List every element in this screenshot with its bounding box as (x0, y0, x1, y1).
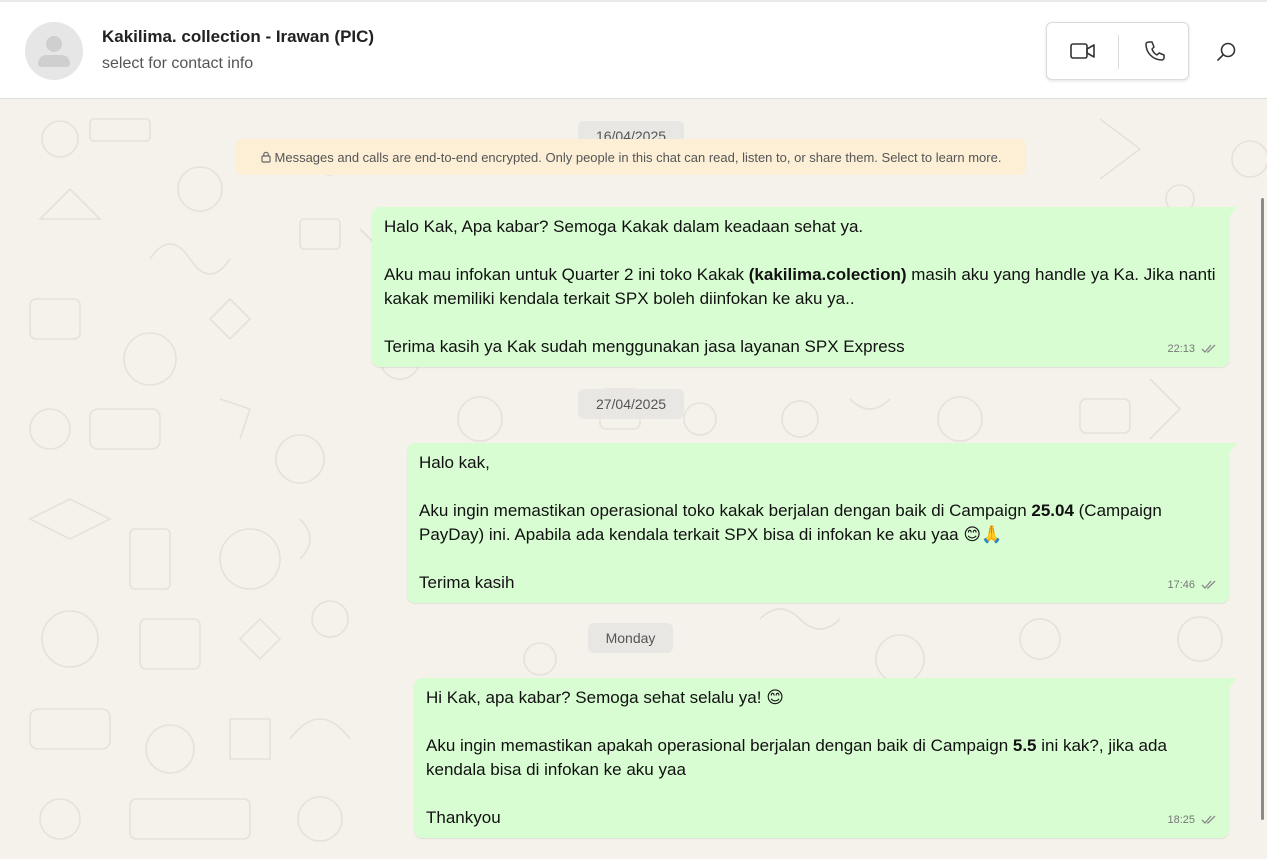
bubble-tail (1229, 207, 1237, 217)
message-text: Aku ingin memastikan apakah operasional … (426, 736, 1167, 779)
search-button[interactable] (1208, 34, 1244, 70)
video-call-button[interactable] (1047, 23, 1118, 79)
message-bubble[interactable]: Halo Kak, Apa kabar? Semoga Kakak dalam … (372, 207, 1237, 367)
search-icon (1217, 42, 1236, 61)
date-separator: Monday (588, 623, 673, 653)
message-text: Hi Kak, apa kabar? Semoga sehat selalu y… (426, 688, 784, 707)
message-bubble[interactable]: Hi Kak, apa kabar? Semoga sehat selalu y… (414, 678, 1237, 838)
bubble-tail (1229, 443, 1237, 453)
bubble-tail (1229, 678, 1237, 688)
avatar[interactable] (25, 22, 83, 80)
message-text: Aku mau infokan untuk Quarter 2 ini toko… (384, 265, 1216, 308)
encryption-notice[interactable]: Messages and calls are end-to-end encryp… (236, 139, 1026, 175)
message-meta: 17:46 (1167, 573, 1217, 597)
chat-header: Kakilima. collection - Irawan (PIC) sele… (0, 0, 1267, 99)
double-check-icon (1201, 580, 1216, 589)
double-check-icon (1201, 344, 1216, 353)
message-text: Aku ingin memastikan operasional toko ka… (419, 501, 1162, 544)
message-text: Thankyou (426, 808, 501, 827)
message-text: Halo Kak, Apa kabar? Semoga Kakak dalam … (384, 217, 864, 236)
call-button-group (1046, 22, 1189, 80)
video-camera-icon (1069, 43, 1095, 59)
message-meta: 22:13 (1167, 337, 1217, 361)
contact-name[interactable]: Kakilima. collection - Irawan (PIC) (102, 27, 374, 47)
phone-icon (1144, 41, 1165, 61)
message-text: Terima kasih (419, 573, 515, 592)
message-meta: 18:25 (1167, 808, 1217, 832)
message-time: 22:13 (1167, 343, 1195, 355)
message-bubble[interactable]: Halo kak, Aku ingin memastikan operasion… (407, 443, 1237, 603)
chat-area[interactable]: 16/04/2025 Messages and calls are end-to… (0, 99, 1267, 859)
lock-icon (260, 151, 271, 163)
voice-call-button[interactable] (1119, 23, 1190, 79)
contact-info-hint[interactable]: select for contact info (102, 55, 253, 73)
encryption-notice-text: Messages and calls are end-to-end encryp… (274, 149, 1002, 165)
message-time: 18:25 (1167, 814, 1195, 826)
message-text: Terima kasih ya Kak sudah menggunakan ja… (384, 337, 905, 356)
message-time: 17:46 (1167, 579, 1195, 591)
date-separator: 27/04/2025 (578, 389, 684, 419)
message-text: Halo kak, (419, 453, 490, 472)
double-check-icon (1201, 815, 1216, 824)
scrollbar[interactable] (1261, 198, 1264, 820)
